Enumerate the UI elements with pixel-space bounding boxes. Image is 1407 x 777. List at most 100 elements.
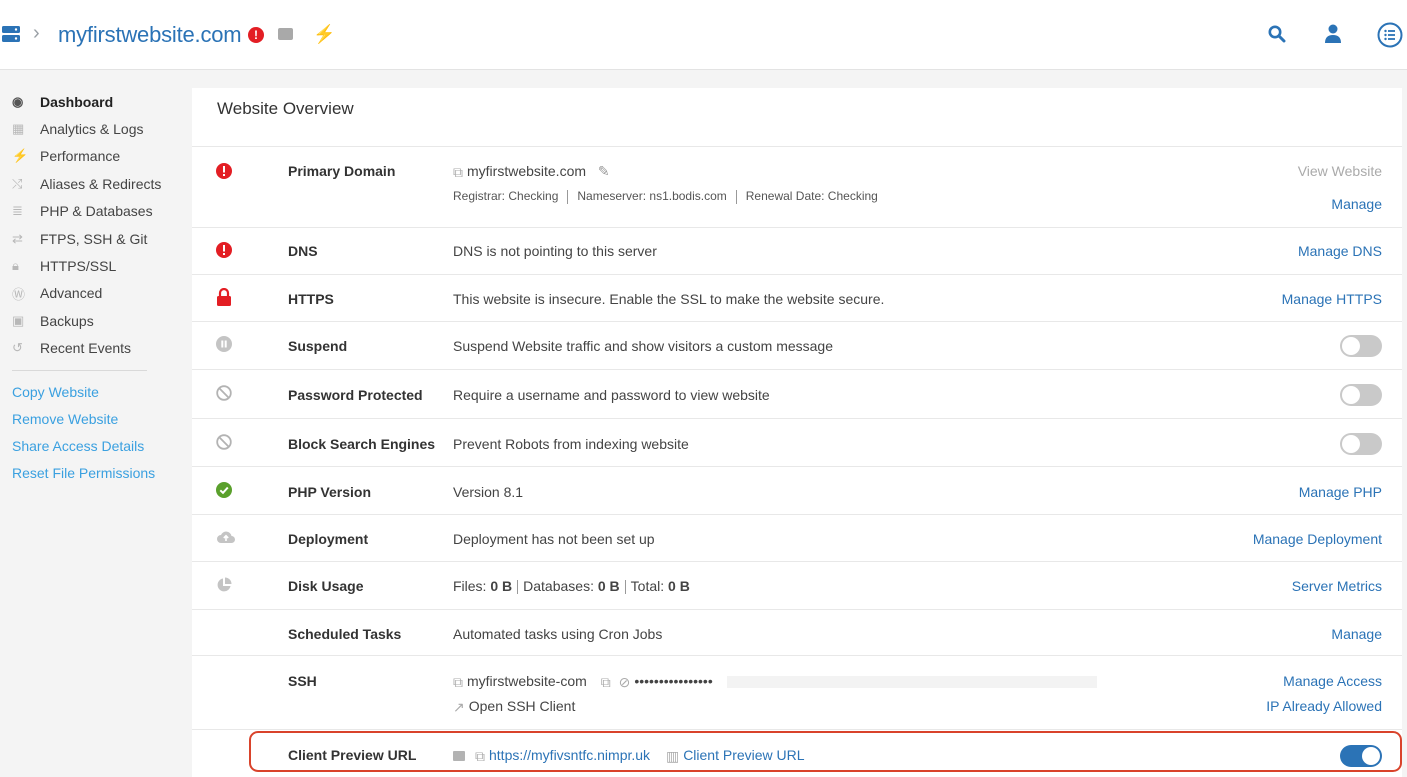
website-overview-panel: Website Overview Primary Domain ⧉ myfirst… xyxy=(192,88,1402,777)
card-icon[interactable] xyxy=(278,28,293,40)
sidebar-item-label: Analytics & Logs xyxy=(40,121,144,138)
sidebar-item-performance[interactable]: ⚡ Performance xyxy=(0,143,175,170)
row-description: Suspend Website traffic and show visitor… xyxy=(453,338,833,354)
block-search-engines-toggle[interactable] xyxy=(1340,433,1382,455)
row-label: HTTPS xyxy=(288,291,334,307)
reset-file-permissions-link[interactable]: Reset File Permissions xyxy=(0,460,175,487)
edit-pencil-icon[interactable]: ✎ xyxy=(598,163,610,179)
row-block-search-engines: Block Search Engines Prevent Robots from… xyxy=(192,418,1402,466)
sidebar-item-aliases[interactable]: ⤭ Aliases & Redirects xyxy=(0,170,175,197)
suspend-toggle[interactable] xyxy=(1340,335,1382,357)
sidebar-item-label: HTTPS/SSL xyxy=(40,258,117,275)
row-label: Deployment xyxy=(288,531,369,547)
row-deployment: Deployment Deployment has not been set u… xyxy=(192,514,1402,561)
external-link-icon: ↗ xyxy=(453,698,465,715)
password-protected-toggle[interactable] xyxy=(1340,384,1382,406)
manage-domain-link[interactable]: Manage xyxy=(1331,196,1382,212)
row-dns: DNS DNS is not pointing to this server M… xyxy=(192,227,1402,274)
eye-slash-icon[interactable]: ⊘ xyxy=(619,674,631,691)
sidebar-item-label: Performance xyxy=(40,148,121,165)
sidebar-item-advanced[interactable]: Ⓦ Advanced xyxy=(0,280,175,307)
view-website-link[interactable]: View Website xyxy=(1298,163,1382,179)
manage-https-link[interactable]: Manage HTTPS xyxy=(1282,291,1382,307)
primary-domain-value: ⧉ myfirstwebsite.com ✎ xyxy=(453,163,610,181)
row-label: PHP Version xyxy=(288,484,372,500)
sidebar-item-label: PHP & Databases xyxy=(40,203,153,220)
camera-icon: ▣ xyxy=(12,312,25,328)
blurred-area xyxy=(726,676,1097,689)
sidebar-item-https-ssl[interactable]: 🔒︎ HTTPS/SSL xyxy=(0,252,175,279)
manage-deployment-link[interactable]: Manage Deployment xyxy=(1253,531,1382,547)
row-description: Prevent Robots from indexing website xyxy=(453,436,689,452)
server-metrics-link[interactable]: Server Metrics xyxy=(1292,578,1382,594)
row-description: Require a username and password to view … xyxy=(453,387,770,403)
manage-access-link[interactable]: Manage Access xyxy=(1283,673,1382,689)
copy-icon[interactable]: ⧉ xyxy=(601,674,611,691)
copy-icon[interactable]: ⧉ xyxy=(453,674,463,691)
highlight-outline xyxy=(249,731,1402,772)
sidebar-item-backups[interactable]: ▣ Backups xyxy=(0,307,175,334)
row-label: Suspend xyxy=(288,338,348,354)
row-label: Scheduled Tasks xyxy=(288,626,402,642)
lock-icon: 🔒︎ xyxy=(12,258,19,274)
server-icon[interactable] xyxy=(2,26,20,42)
lock-icon xyxy=(217,288,231,306)
sidebar-item-label: Advanced xyxy=(40,285,103,302)
pie-chart-icon xyxy=(217,577,232,592)
open-ssh-client-link[interactable]: ↗ Open SSH Client xyxy=(453,698,575,716)
dashboard-icon: ◉ xyxy=(12,93,24,109)
cloud-upload-icon xyxy=(217,531,235,543)
list-menu-icon[interactable] xyxy=(1377,22,1403,48)
sidebar-item-label: Backups xyxy=(40,312,94,329)
database-icon: ≣ xyxy=(12,203,23,219)
check-circle-icon xyxy=(216,482,232,498)
copy-icon[interactable]: ⧉ xyxy=(453,164,463,181)
share-access-details-link[interactable]: Share Access Details xyxy=(0,433,175,460)
row-label: SSH xyxy=(288,673,317,689)
ip-already-allowed-link[interactable]: IP Already Allowed xyxy=(1266,698,1382,714)
top-bar: › myfirstwebsite.com ! ⚡ xyxy=(0,0,1407,70)
warning-badge-icon: ! xyxy=(248,27,264,43)
manage-php-link[interactable]: Manage PHP xyxy=(1299,484,1382,500)
exchange-icon: ⇄ xyxy=(12,230,23,246)
page-title: Website Overview xyxy=(217,99,354,118)
row-ssh: SSH ⧉ myfirstwebsite-com ⧉ ⊘ •••••••••••••… xyxy=(192,655,1402,729)
copy-website-link[interactable]: Copy Website xyxy=(0,379,175,406)
sidebar-item-recent-events[interactable]: ↺ Recent Events xyxy=(0,335,175,362)
error-icon xyxy=(216,163,232,179)
sidebar-item-dashboard[interactable]: ◉ Dashboard xyxy=(0,88,175,115)
row-scheduled-tasks: Scheduled Tasks Automated tasks using Cr… xyxy=(192,609,1402,655)
search-icon[interactable] xyxy=(1268,25,1286,43)
row-disk-usage: Disk Usage Files: 0 B Databases: 0 B Total… xyxy=(192,561,1402,609)
bolt-icon[interactable]: ⚡ xyxy=(313,24,335,45)
site-title[interactable]: myfirstwebsite.com xyxy=(58,22,242,48)
sidebar: ◉ Dashboard ▦ Analytics & Logs ⚡ Perform… xyxy=(0,88,175,487)
domain-details: Registrar: Checking Nameserver: ns1.bodis… xyxy=(453,189,878,204)
breadcrumb-chevron-icon: › xyxy=(33,22,40,44)
row-description: DNS is not pointing to this server xyxy=(453,243,657,259)
row-password-protected: Password Protected Require a username an… xyxy=(192,369,1402,418)
chart-icon: ▦ xyxy=(12,121,25,137)
sidebar-item-label: Aliases & Redirects xyxy=(40,175,162,192)
ssh-username: myfirstwebsite-com xyxy=(467,673,587,689)
row-label: Primary Domain xyxy=(288,163,396,179)
ban-icon xyxy=(216,434,232,450)
row-label: Disk Usage xyxy=(288,578,364,594)
row-description: Version 8.1 xyxy=(453,484,524,500)
sidebar-item-ftps-ssh-git[interactable]: ⇄ FTPS, SSH & Git xyxy=(0,225,175,252)
ban-icon xyxy=(216,385,232,401)
history-icon: ↺ xyxy=(12,340,23,356)
sidebar-item-php-databases[interactable]: ≣ PHP & Databases xyxy=(0,198,175,225)
row-label: Password Protected xyxy=(288,387,423,403)
sidebar-item-analytics[interactable]: ▦ Analytics & Logs xyxy=(0,115,175,142)
bolt-icon: ⚡ xyxy=(12,148,29,164)
manage-tasks-link[interactable]: Manage xyxy=(1331,626,1382,642)
pause-icon xyxy=(216,336,232,352)
row-suspend: Suspend Suspend Website traffic and show… xyxy=(192,321,1402,369)
sidebar-item-label: FTPS, SSH & Git xyxy=(40,230,148,247)
manage-dns-link[interactable]: Manage DNS xyxy=(1298,243,1382,259)
sidebar-divider xyxy=(12,369,147,371)
row-primary-domain: Primary Domain ⧉ myfirstwebsite.com ✎ Reg… xyxy=(192,146,1402,227)
user-icon[interactable] xyxy=(1324,24,1342,44)
remove-website-link[interactable]: Remove Website xyxy=(0,406,175,433)
